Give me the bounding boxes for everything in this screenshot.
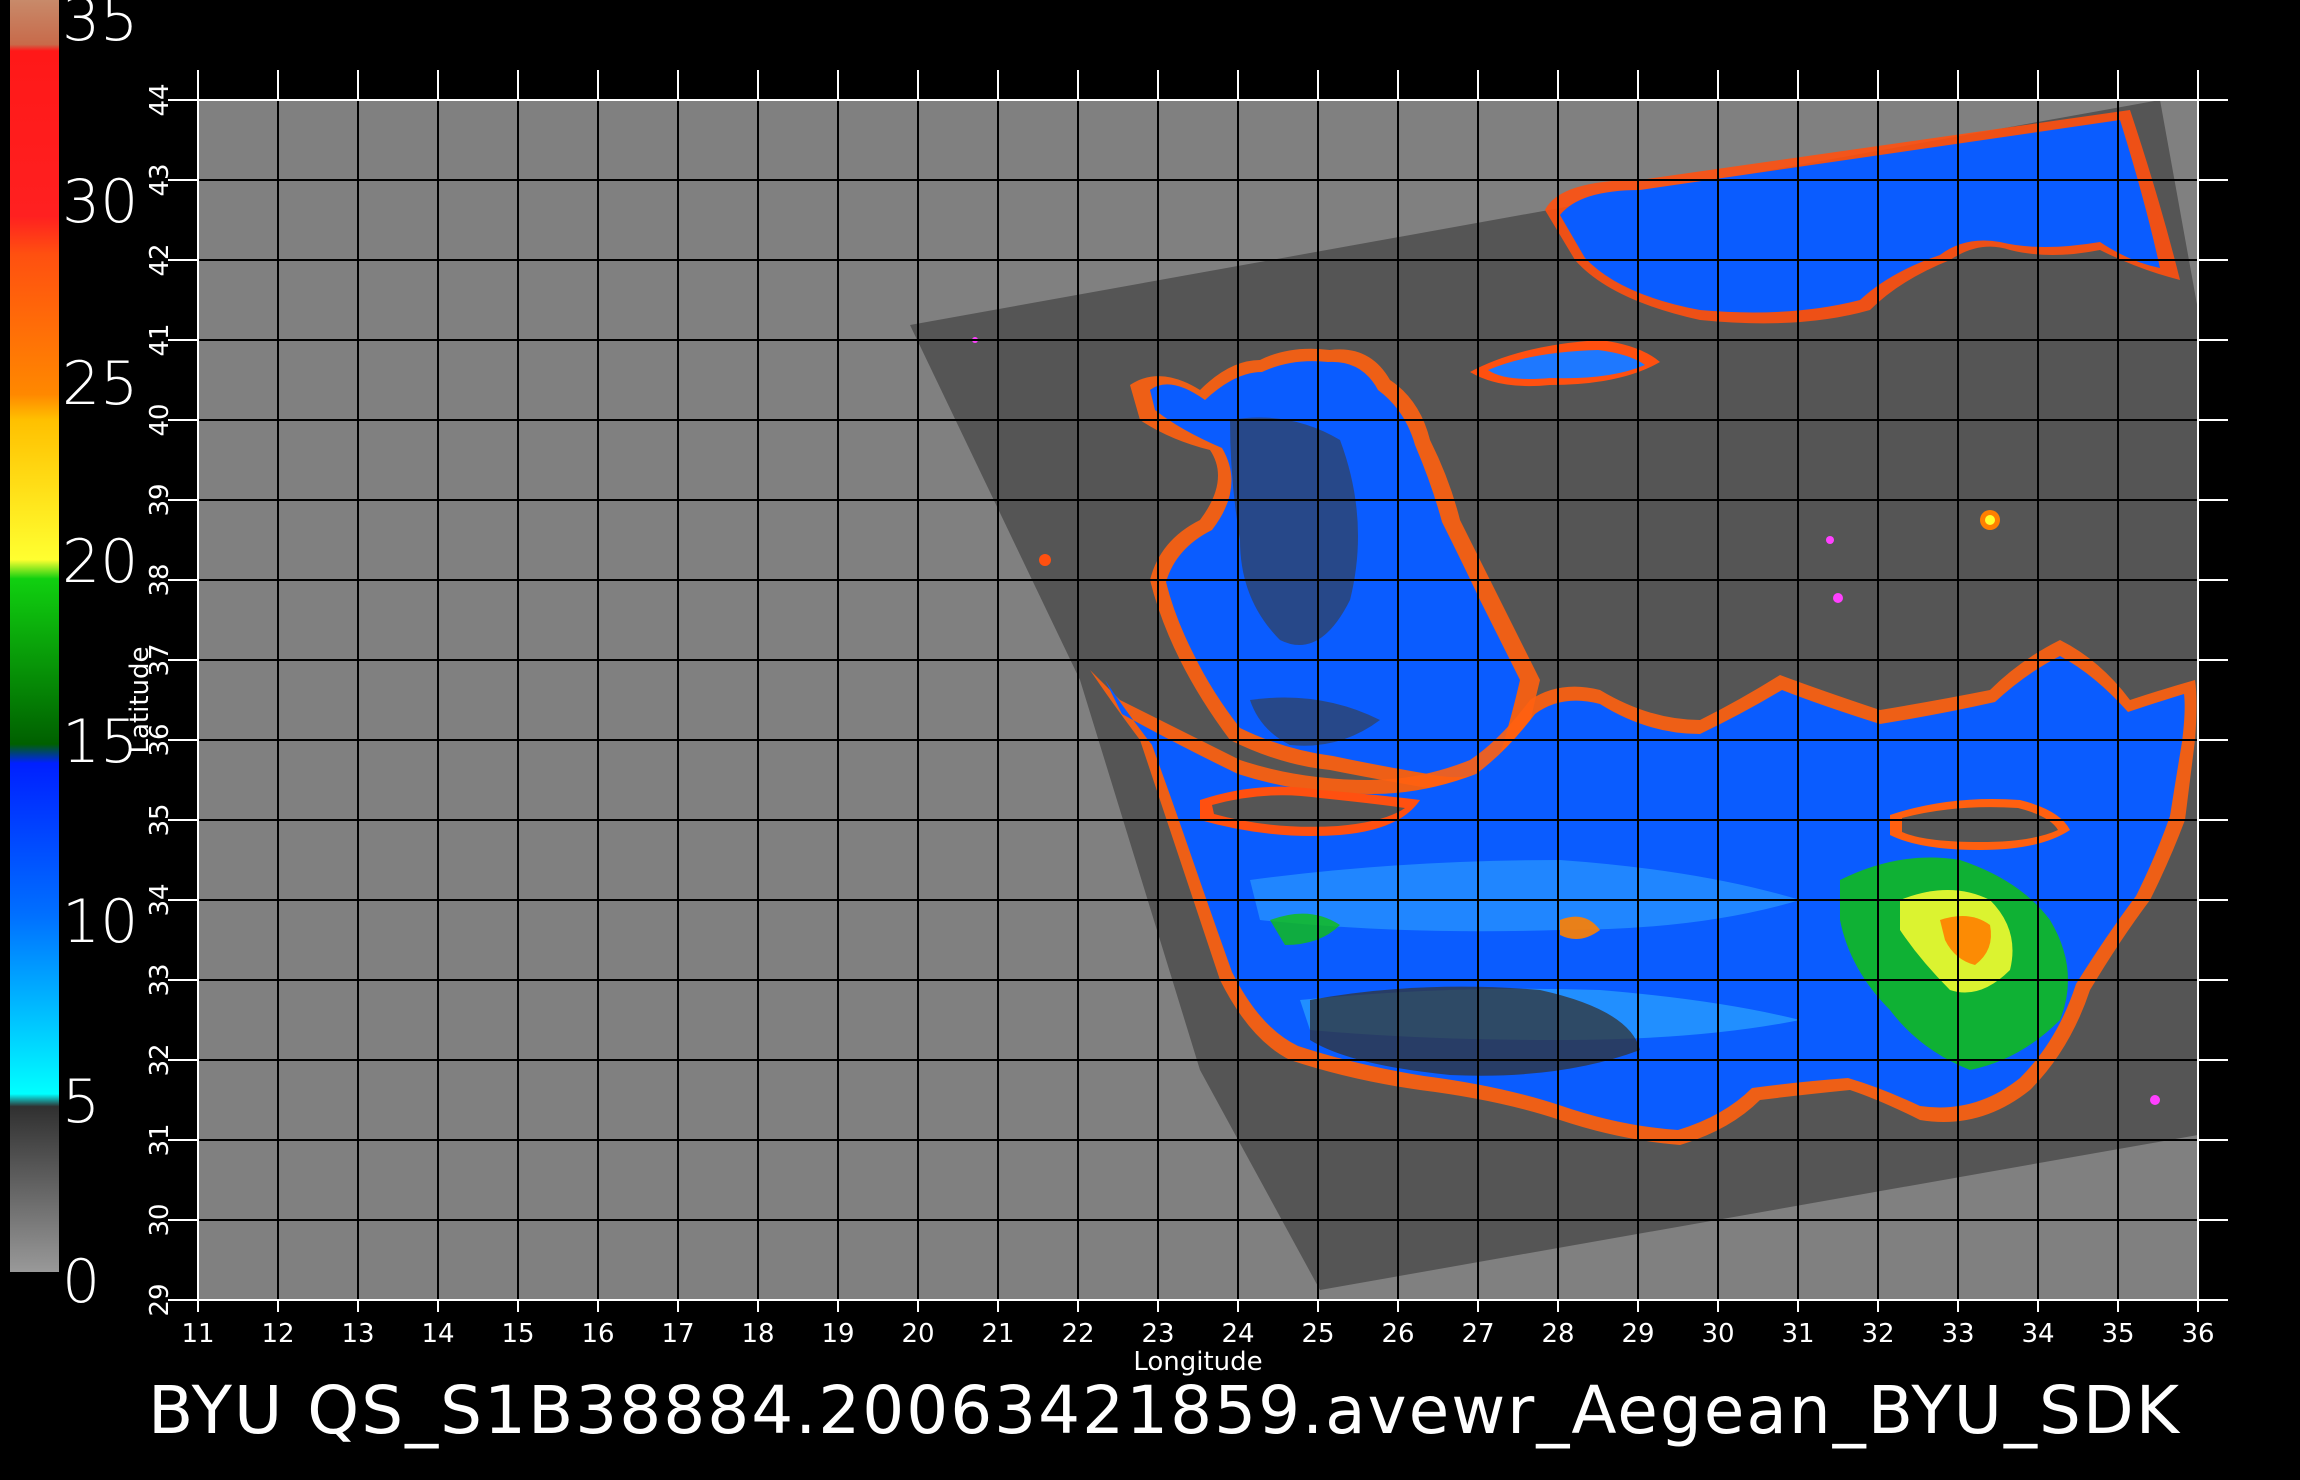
x-tick-label: 12 — [261, 1319, 294, 1349]
x-tick-label: 14 — [421, 1319, 454, 1349]
wind-map: 11 12 13 14 15 16 17 18 19 20 21 22 23 24 25 26 27 28 29 30… — [125, 70, 2228, 1377]
y-tick-label: 38 — [145, 563, 175, 596]
x-tick-label: 11 — [181, 1319, 214, 1349]
x-tick-label: 13 — [341, 1319, 374, 1349]
x-tick-label: 19 — [821, 1319, 854, 1349]
x-tick-label: 18 — [741, 1319, 774, 1349]
y-tick-label: 40 — [145, 403, 175, 436]
y-tick-label: 44 — [145, 83, 175, 116]
x-tick-label: 16 — [581, 1319, 614, 1349]
y-tick-label: 29 — [145, 1283, 175, 1316]
y-tick-label: 41 — [145, 323, 175, 356]
x-tick-label: 20 — [901, 1319, 934, 1349]
y-tick-label: 42 — [145, 243, 175, 276]
x-tick-label: 22 — [1061, 1319, 1094, 1349]
x-tick-label: 25 — [1301, 1319, 1334, 1349]
y-axis-title: Latitude — [125, 646, 155, 753]
y-tick-label: 35 — [145, 803, 175, 836]
y-tick-label: 39 — [145, 483, 175, 516]
x-tick-label: 31 — [1781, 1319, 1814, 1349]
x-tick-label: 21 — [981, 1319, 1014, 1349]
image-title: BYU QS_S1B38884.20063421859.avewr_Aegean… — [148, 1372, 2181, 1449]
x-tick-label: 33 — [1941, 1319, 1974, 1349]
y-tick-label: 31 — [145, 1123, 175, 1156]
x-tick-label: 35 — [2101, 1319, 2134, 1349]
x-tick-label: 29 — [1621, 1319, 1654, 1349]
x-tick-label: 34 — [2021, 1319, 2054, 1349]
x-tick-label: 32 — [1861, 1319, 1894, 1349]
x-tick-label: 23 — [1141, 1319, 1174, 1349]
x-tick-label: 30 — [1701, 1319, 1734, 1349]
y-tick-label: 33 — [145, 963, 175, 996]
x-tick-label: 26 — [1381, 1319, 1414, 1349]
y-tick-label: 34 — [145, 883, 175, 916]
x-tick-label: 36 — [2181, 1319, 2214, 1349]
y-tick-label: 43 — [145, 163, 175, 196]
x-tick-label: 27 — [1461, 1319, 1494, 1349]
x-tick-label: 28 — [1541, 1319, 1574, 1349]
x-tick-label: 17 — [661, 1319, 694, 1349]
x-tick-label: 24 — [1221, 1319, 1254, 1349]
y-tick-label: 30 — [145, 1203, 175, 1236]
x-tick-label: 15 — [501, 1319, 534, 1349]
y-tick-label: 32 — [145, 1043, 175, 1076]
